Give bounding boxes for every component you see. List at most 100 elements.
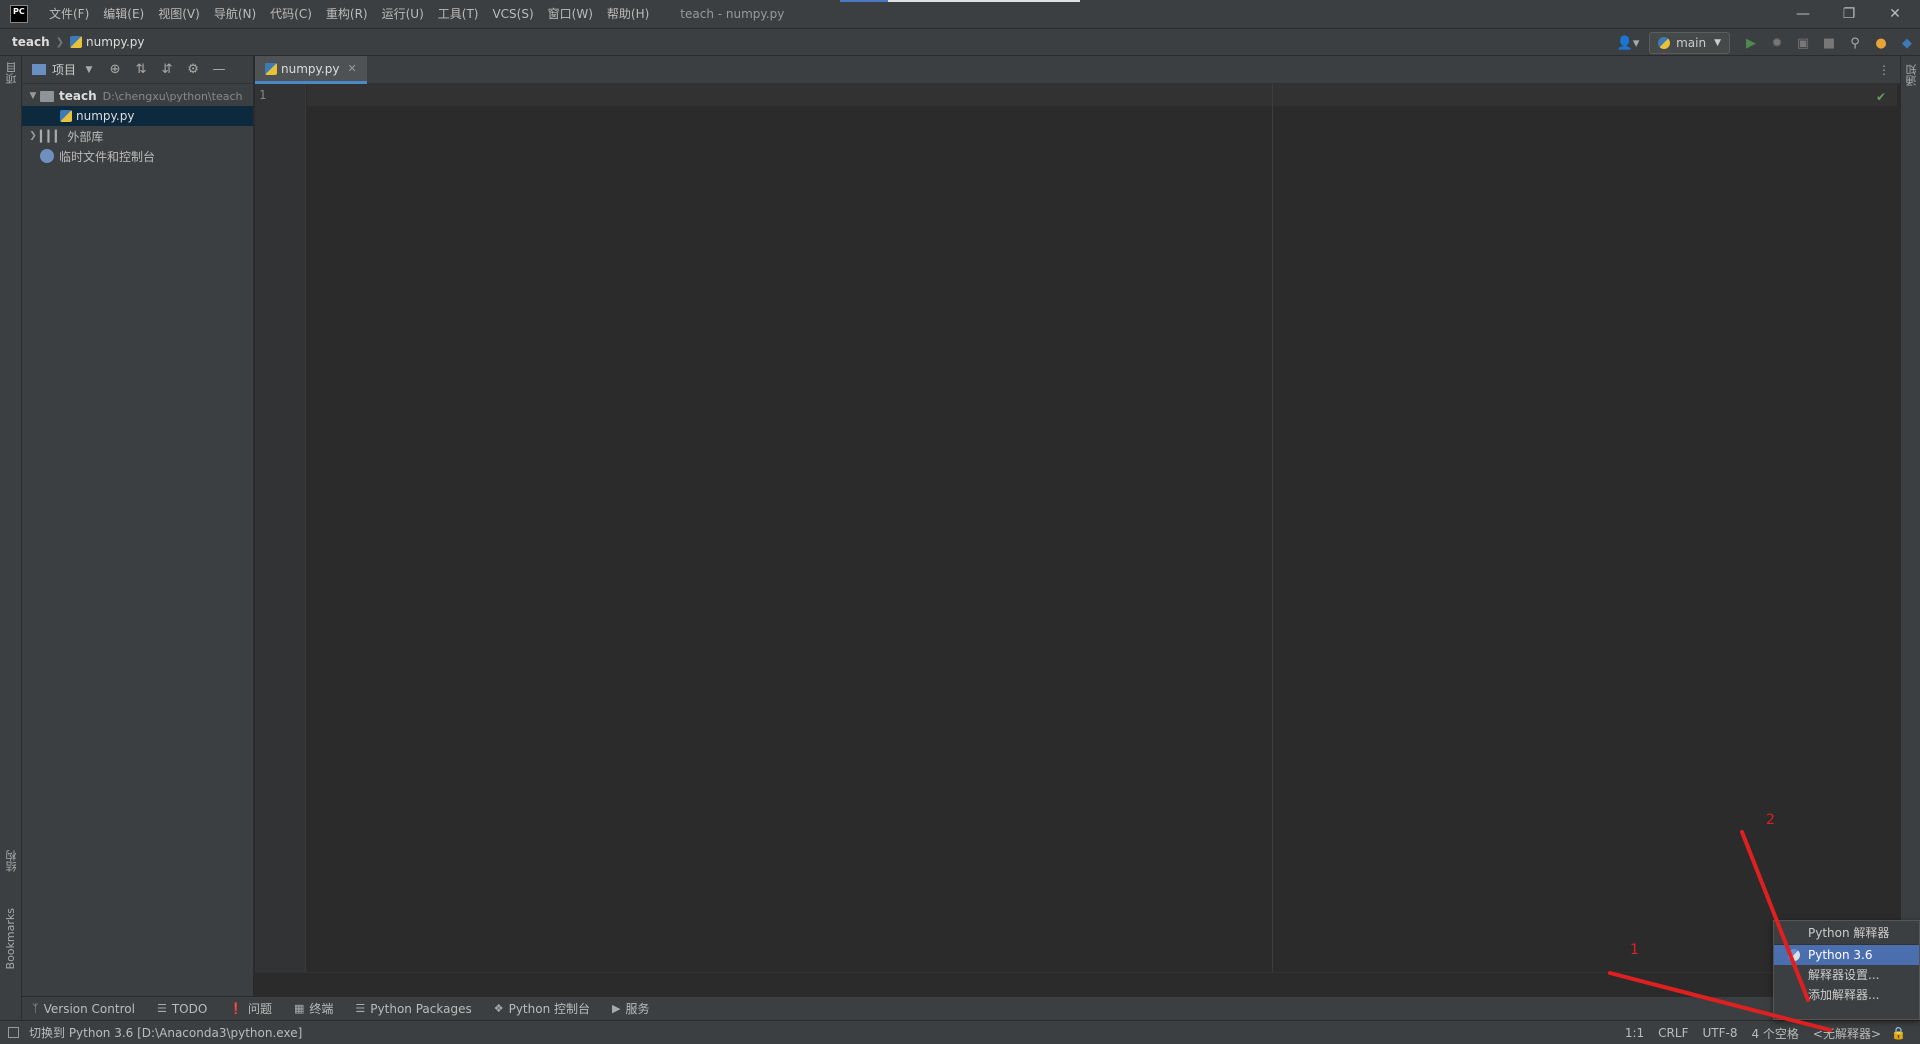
project-panel: 项目 ▼ ⊕ ⇅ ⇵ ⚙ — ▼ teach D:\chengxu\python… (22, 56, 254, 996)
file-encoding[interactable]: UTF-8 (1702, 1026, 1737, 1040)
list-icon: ☰ (156, 1002, 167, 1015)
line-separator[interactable]: CRLF (1658, 1026, 1688, 1040)
menu-help[interactable]: 帮助(H) (600, 0, 656, 28)
tool-tab-version-control[interactable]: ᛉ Version Control (32, 1002, 135, 1016)
menu-window[interactable]: 窗口(W) (541, 0, 600, 28)
tool-tab-label: Python Packages (370, 1001, 472, 1016)
navigation-bar: teach ❯ numpy.py 👤▾ main ▼ ▶ ✹ ▣ ■ ⚲ ● ◆ (0, 28, 1920, 56)
chevron-down-icon[interactable]: ▼ (76, 65, 102, 75)
tool-tab-label: Python 控制台 (508, 1002, 590, 1016)
tool-tab-label: 问题 (247, 1002, 272, 1016)
interpreter-widget[interactable]: <无解释器> (1813, 1025, 1881, 1042)
status-widgets: 1:1 CRLF UTF-8 4 个空格 <无解释器> 🔒 (1611, 1021, 1906, 1044)
right-margin-guide (1272, 84, 1273, 972)
tool-tab-label: TODO (171, 1001, 208, 1016)
python-console-icon: ❖ (493, 1002, 504, 1015)
tree-file-label: numpy.py (76, 109, 135, 123)
terminal-icon: ▦ (294, 1002, 305, 1015)
tree-scratches-label: 临时文件和控制台 (59, 149, 156, 164)
lock-icon[interactable]: 🔒 (1891, 1026, 1906, 1040)
locate-icon[interactable]: ⊕ (102, 62, 128, 77)
menu-refactor[interactable]: 重构(R) (319, 0, 375, 28)
editor-horizontal-scrollbar[interactable] (255, 972, 1900, 996)
tool-tab-python-console[interactable]: ❖ Python 控制台 (494, 1000, 590, 1017)
toggle-tool-windows-icon[interactable] (8, 1027, 19, 1038)
popup-item-label: Python 3.6 (1808, 948, 1873, 962)
tree-root-path: D:\chengxu\python\teach (102, 89, 243, 103)
menu-navigate[interactable]: 导航(N) (207, 0, 263, 28)
breadcrumb-project[interactable]: teach (12, 35, 50, 49)
project-panel-title[interactable]: 项目 (52, 61, 76, 78)
tree-external-libraries[interactable]: ❯ ▎▎▎ 外部库 (22, 126, 253, 146)
hide-icon[interactable]: — (206, 62, 232, 77)
pycharm-logo-icon: PC (10, 5, 28, 23)
tree-file-numpy[interactable]: numpy.py (22, 106, 253, 126)
ide-features-icon[interactable]: ◆ (1894, 29, 1920, 57)
tool-tab-services[interactable]: ▶ 服务 (612, 1000, 649, 1017)
close-window-icon[interactable]: ✕ (1872, 0, 1918, 28)
search-icon[interactable]: ⚲ (1842, 29, 1868, 57)
menu-code[interactable]: 代码(C) (263, 0, 319, 28)
tree-scratches[interactable]: 临时文件和控制台 (22, 146, 253, 166)
editor-tab-numpy[interactable]: numpy.py ✕ (255, 56, 367, 84)
window-title: teach - numpy.py (680, 7, 785, 21)
tree-external-libraries-label: 外部库 (67, 129, 104, 144)
library-icon: ▎▎▎ (40, 129, 63, 143)
minimize-icon[interactable]: — (1780, 0, 1826, 28)
account-icon[interactable]: 👤▾ (1615, 29, 1641, 57)
menu-tools[interactable]: 工具(T) (431, 0, 486, 28)
chevron-down-icon: ▼ (1714, 38, 1721, 48)
run-icon[interactable]: ▶ (1738, 29, 1764, 57)
more-options-icon[interactable]: ⋮ (1878, 56, 1890, 84)
popup-item-add-interpreter[interactable]: 添加解释器... (1774, 985, 1919, 1005)
info-icon: ❗ (229, 1002, 243, 1015)
gear-icon[interactable]: ⚙ (180, 62, 206, 77)
editor-tab-bar: numpy.py ✕ ⋮ (255, 56, 1900, 84)
menu-run[interactable]: 运行(U) (375, 0, 431, 28)
popup-item-label: 添加解释器... (1808, 988, 1880, 1002)
indent-setting[interactable]: 4 个空格 (1751, 1025, 1798, 1042)
tool-tab-problems[interactable]: ❗ 问题 (229, 1000, 272, 1017)
coverage-icon[interactable]: ▣ (1790, 29, 1816, 57)
update-icon[interactable]: ● (1868, 29, 1894, 57)
bookmarks-tool-button[interactable]: Bookmarks (4, 908, 17, 969)
expand-arrow-icon[interactable]: ▼ (26, 91, 40, 101)
left-tool-stripe: 项目 结构 Bookmarks (0, 56, 22, 1020)
project-tool-button[interactable]: 项目 (4, 62, 20, 84)
breadcrumb-file[interactable]: numpy.py (86, 35, 144, 49)
close-tab-icon[interactable]: ✕ (347, 62, 356, 75)
tool-tab-python-packages[interactable]: ☰ Python Packages (355, 1002, 471, 1016)
run-config-dropdown[interactable]: main ▼ (1649, 32, 1730, 54)
caret-position[interactable]: 1:1 (1625, 1026, 1644, 1040)
debug-icon[interactable]: ✹ (1764, 29, 1790, 57)
menu-view[interactable]: 视图(V) (151, 0, 207, 28)
python-file-icon (70, 36, 83, 48)
title-progress-accent (840, 0, 888, 2)
scratches-icon (40, 149, 54, 163)
line-number: 1 (259, 88, 267, 102)
tool-tab-terminal[interactable]: ▦ 终端 (294, 1000, 333, 1017)
structure-tool-button[interactable]: 结构 (4, 850, 20, 872)
expand-all-icon[interactable]: ⇅ (128, 62, 154, 77)
menu-edit[interactable]: 编辑(E) (96, 0, 151, 28)
popup-item-label: 解释器设置... (1808, 968, 1880, 982)
code-editor[interactable]: 1 ✔ (255, 84, 1900, 972)
menu-file[interactable]: 文件(F) (42, 0, 96, 28)
restore-icon[interactable]: ❐ (1826, 0, 1872, 28)
menu-vcs[interactable]: VCS(S) (485, 0, 540, 28)
tool-window-bar: ᛉ Version Control ☰ TODO ❗ 问题 ▦ 终端 ☰ Pyt… (22, 996, 1900, 1020)
notifications-tool-button[interactable]: 通知 (1904, 64, 1920, 86)
current-line-highlight (307, 84, 1897, 106)
title-bar: PC 文件(F) 编辑(E) 视图(V) 导航(N) 代码(C) 重构(R) 运… (0, 0, 1920, 28)
stop-icon[interactable]: ■ (1816, 29, 1842, 57)
python-icon (1788, 949, 1800, 961)
checkmark-icon[interactable]: ✔ (1876, 90, 1886, 104)
collapse-all-icon[interactable]: ⇵ (154, 62, 180, 77)
collapse-arrow-icon[interactable]: ❯ (26, 131, 40, 141)
tree-root-teach[interactable]: ▼ teach D:\chengxu\python\teach (22, 86, 253, 106)
tool-tab-todo[interactable]: ☰ TODO (157, 1002, 207, 1016)
editor-tab-label: numpy.py (281, 61, 340, 76)
status-message[interactable]: 切换到 Python 3.6 [D:\Anaconda3\python.exe] (8, 1024, 302, 1041)
popup-item-interpreter-settings[interactable]: 解释器设置... (1774, 965, 1919, 985)
popup-item-python36[interactable]: Python 3.6 (1774, 945, 1919, 965)
